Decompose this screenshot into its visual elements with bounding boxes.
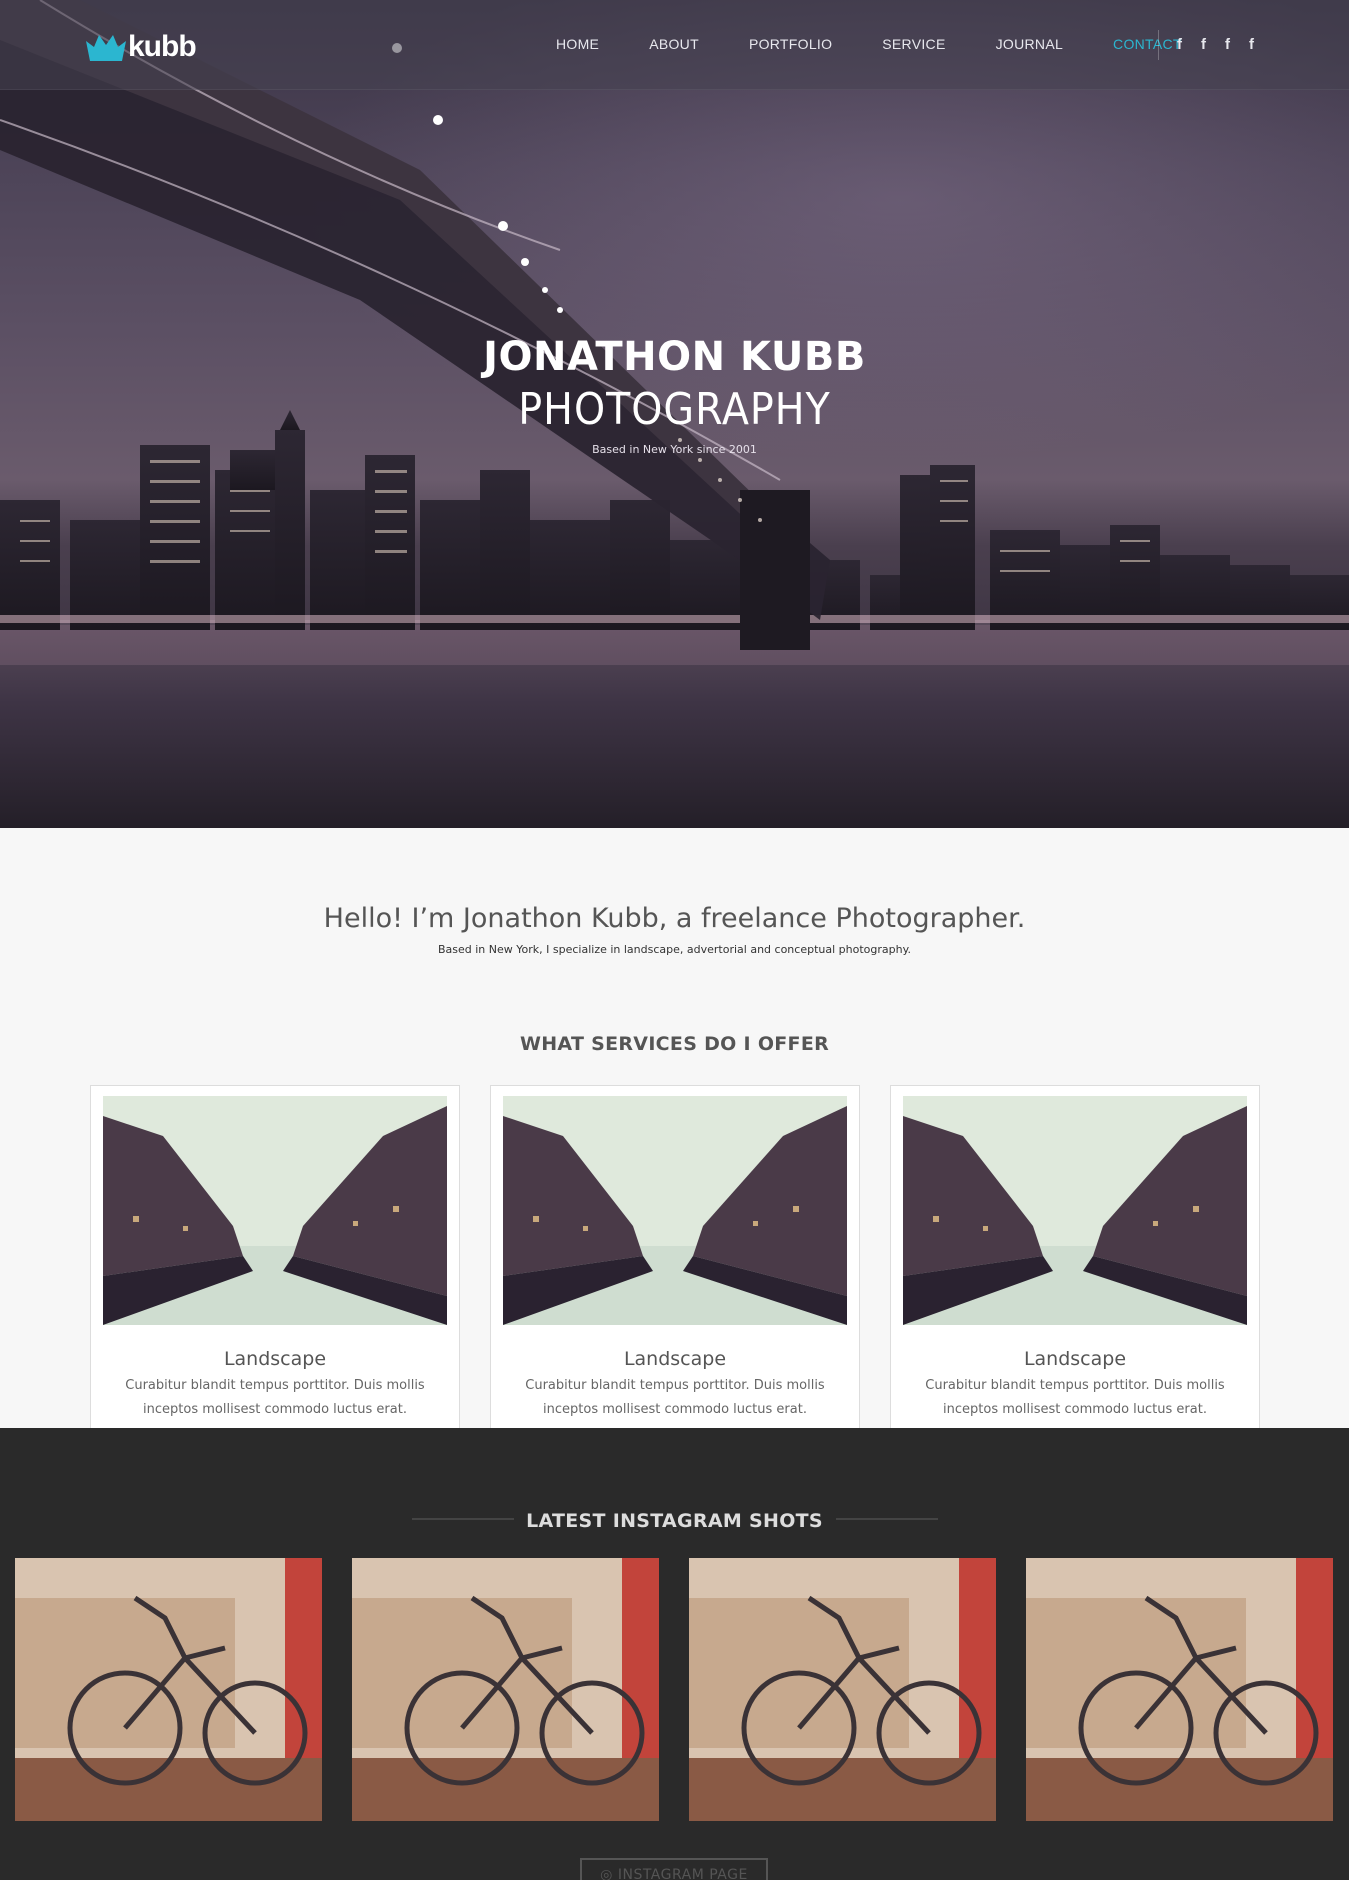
hero-section: kubb HOME ABOUT PORTFOLIO SERVICE JOURNA… — [0, 0, 1349, 828]
service-card[interactable]: Landscape Curabitur blandit tempus portt… — [490, 1085, 860, 1429]
facebook-icon[interactable]: f — [1249, 36, 1273, 53]
instagram-title: LATEST INSTAGRAM SHOTS — [526, 1510, 823, 1532]
service-card-title: Landscape — [623, 1348, 727, 1370]
service-card-title: Landscape — [223, 1348, 327, 1370]
title-divider-right — [836, 1518, 938, 1520]
service-card-text: Curabitur blandit tempus porttitor. Duis… — [525, 1378, 825, 1417]
nav-divider — [1158, 30, 1159, 60]
intro-text: Based in New York, I specialize in lands… — [437, 943, 912, 956]
nav-journal[interactable]: JOURNAL — [996, 36, 1063, 52]
hero-subtitle: PHOTOGRAPHY — [518, 384, 831, 435]
instagram-shot-bicycle[interactable] — [15, 1558, 322, 1821]
main-nav: HOME ABOUT PORTFOLIO SERVICE JOURNAL CON… — [556, 36, 1232, 52]
facebook-icon[interactable]: f — [1225, 36, 1249, 53]
service-image-canal — [503, 1096, 847, 1325]
hero-heading: JONATHON KUBB PHOTOGRAPHY Based in New Y… — [0, 334, 1349, 456]
nav-service[interactable]: SERVICE — [882, 36, 945, 52]
hero-tagline: Based in New York since 2001 — [592, 443, 757, 456]
service-card-text: Curabitur blandit tempus porttitor. Duis… — [925, 1378, 1225, 1417]
logo[interactable]: kubb — [86, 30, 197, 64]
instagram-shot-bicycle[interactable] — [352, 1558, 659, 1821]
instagram-page-button[interactable]: ◎ INSTAGRAM PAGE — [580, 1858, 768, 1880]
facebook-icon[interactable]: f — [1177, 36, 1201, 53]
instagram-grid — [15, 1558, 1349, 1821]
services-title: WHAT SERVICES DO I OFFER — [519, 1033, 830, 1055]
service-image-canal — [103, 1096, 447, 1325]
instagram-section: LATEST INSTAGRAM SHOTS ◎ INSTAGRAM PAGE — [0, 1428, 1349, 1880]
intro-section: Hello! I’m Jonathon Kubb, a freelance Ph… — [0, 903, 1349, 956]
top-navigation-bar: kubb HOME ABOUT PORTFOLIO SERVICE JOURNA… — [0, 0, 1349, 90]
nav-home[interactable]: HOME — [556, 36, 599, 52]
service-card[interactable]: Landscape Curabitur blandit tempus portt… — [890, 1085, 1260, 1429]
service-card-title: Landscape — [1023, 1348, 1127, 1370]
instagram-shot-bicycle[interactable] — [689, 1558, 996, 1821]
social-links: f f f f — [1177, 36, 1273, 53]
service-image-canal — [903, 1096, 1247, 1325]
service-card-text: Curabitur blandit tempus porttitor. Duis… — [125, 1378, 425, 1417]
intro-heading: Hello! I’m Jonathon Kubb, a freelance Ph… — [323, 903, 1026, 934]
nav-about[interactable]: ABOUT — [649, 36, 699, 52]
nav-contact[interactable]: CONTACT — [1113, 36, 1182, 52]
instagram-button-label: INSTAGRAM PAGE — [617, 1867, 748, 1880]
facebook-icon[interactable]: f — [1201, 36, 1225, 53]
logo-text: kubb — [128, 30, 197, 63]
instagram-shot-bicycle[interactable] — [1026, 1558, 1333, 1821]
instagram-icon: ◎ — [600, 1867, 618, 1880]
nav-portfolio[interactable]: PORTFOLIO — [749, 36, 832, 52]
service-card[interactable]: Landscape Curabitur blandit tempus portt… — [90, 1085, 460, 1429]
hero-title: JONATHON KUBB — [483, 334, 866, 380]
crown-icon — [86, 35, 126, 61]
service-cards: Landscape Curabitur blandit tempus portt… — [90, 1085, 1290, 1429]
